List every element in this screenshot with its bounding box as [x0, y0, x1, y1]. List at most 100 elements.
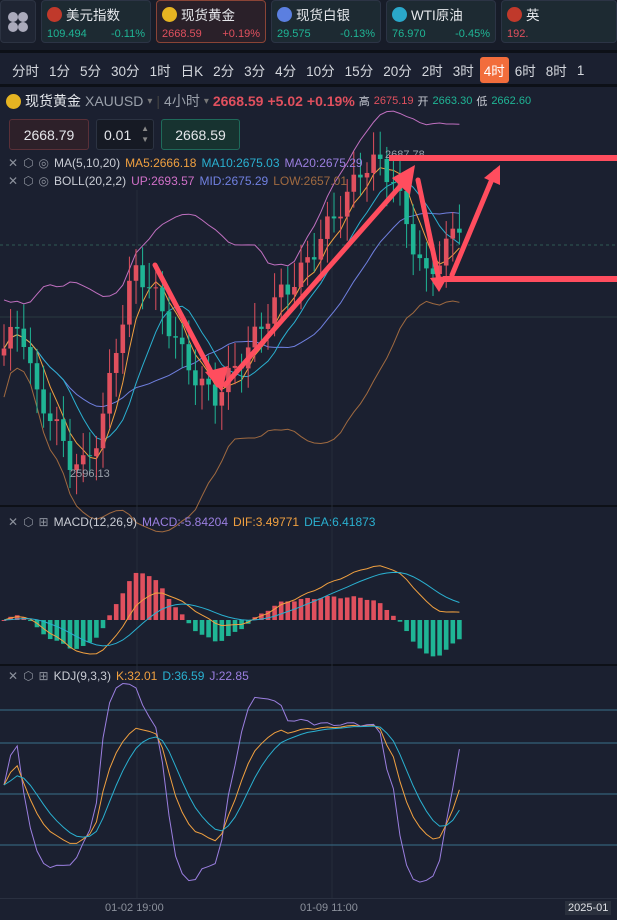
candle-body	[443, 238, 449, 266]
ticker-card[interactable]: 现货白银 29.575 -0.13%	[271, 0, 381, 43]
timeframe-tab[interactable]: 10分	[302, 57, 339, 83]
quantity-stepper[interactable]: 0.01 ▲ ▼	[96, 119, 154, 150]
macd-histogram-bar	[1, 620, 7, 621]
timeframe-tab[interactable]: 2分	[209, 57, 238, 83]
pane-divider	[0, 664, 617, 666]
close-icon[interactable]: ✕	[8, 515, 18, 529]
quantity-value[interactable]: 0.01	[104, 127, 131, 143]
ticker-card[interactable]: 美元指数 109.494 -0.11%	[41, 0, 151, 43]
boll-up-value: UP:2693.57	[131, 174, 195, 188]
timeframe-tab[interactable]: 5分	[76, 57, 105, 83]
chevron-down-icon: ▾	[203, 95, 209, 107]
expand-icon[interactable]: ⊞	[39, 515, 49, 529]
timeframe-tab[interactable]: 4分	[271, 57, 300, 83]
candle-body	[179, 337, 185, 345]
ma-name: MA(5,10,20)	[54, 156, 121, 170]
low-label: 低	[476, 96, 488, 108]
candle-body	[285, 284, 291, 295]
macd-histogram-bar	[100, 620, 106, 629]
ma20-value: MA20:2675.29	[284, 156, 363, 170]
candle-body	[173, 336, 178, 338]
ticker-change: +0.19%	[222, 28, 260, 40]
apps-menu-button[interactable]	[0, 0, 36, 43]
stepper-arrows-icon[interactable]: ▲ ▼	[141, 123, 149, 145]
candle-body	[54, 419, 60, 422]
timeframe-tab[interactable]: 日K	[177, 57, 208, 83]
close-icon[interactable]: ✕	[8, 174, 18, 188]
symbol-code[interactable]: XAUUSD	[85, 93, 143, 109]
candle-body	[391, 182, 396, 184]
high-value: 2675.19	[373, 95, 414, 107]
timeframe-tab[interactable]: 3时	[449, 57, 478, 83]
timeframe-tab[interactable]: 2时	[418, 57, 447, 83]
candle-body	[311, 257, 317, 260]
close-icon[interactable]: ✕	[8, 669, 18, 683]
candle-body	[344, 191, 350, 217]
timeframe-tab[interactable]: 8时	[542, 57, 571, 83]
sell-button[interactable]: 2668.79	[9, 119, 89, 150]
candle-body	[166, 311, 172, 337]
candle-body	[61, 419, 66, 441]
close-icon[interactable]: ✕	[8, 156, 18, 170]
timeframe-tab[interactable]: 30分	[107, 57, 144, 83]
symbol-header: 现货黄金 XAUUSD ▾ | 4小时 ▾ 2668.59 +5.02 +0.1…	[6, 91, 617, 111]
macd-histogram-bar	[305, 597, 310, 620]
price-change-pct: +0.19%	[306, 93, 355, 109]
macd-histogram-bar	[113, 604, 119, 620]
timeframe-tab[interactable]: 1分	[45, 57, 74, 83]
macd-histogram-bar	[146, 576, 152, 620]
ticker-change: -0.11%	[110, 28, 145, 40]
macd-histogram-bar	[344, 597, 350, 620]
timeframe-tab[interactable]: 20分	[379, 57, 416, 83]
macd-histogram-bar	[391, 615, 396, 620]
settings-icon[interactable]: ⬡	[23, 174, 33, 188]
ticker-name: WTI原油	[411, 8, 463, 23]
timeframe-tab[interactable]: 15分	[341, 57, 378, 83]
candle-body	[272, 297, 277, 324]
settings-icon[interactable]: ⬡	[23, 515, 33, 529]
candle-body	[140, 265, 145, 288]
macd-histogram-bar	[80, 620, 86, 646]
order-panel: 2668.79 0.01 ▲ ▼ 2668.59	[9, 119, 240, 150]
timeframe-tab[interactable]: 1时	[146, 57, 175, 83]
ticker-card[interactable]: 现货黄金 2668.59 +0.19%	[156, 0, 266, 43]
period-select[interactable]: 4小时	[164, 91, 200, 111]
candle-body	[364, 172, 370, 178]
ticker-bar: 美元指数 109.494 -0.11% 现货黄金 2668.59 +0.19% 现货白银 29…	[0, 0, 617, 50]
timeframe-tab[interactable]: 4时	[479, 57, 509, 83]
buy-button[interactable]: 2668.59	[161, 119, 240, 150]
macd-histogram-bar	[133, 572, 139, 620]
candle-body	[160, 287, 165, 312]
expand-icon[interactable]: ⊞	[39, 669, 49, 683]
boll-legend: ✕ ⬡ ◎ BOLL(20,2,2) UP:2693.57 MID:2675.29 LOW:…	[8, 174, 347, 188]
eye-icon[interactable]: ◎	[39, 156, 49, 170]
macd-histogram-bar	[74, 620, 79, 649]
timeframe-tab[interactable]: 1	[573, 60, 589, 81]
ticker-card[interactable]: 英 192.	[501, 0, 617, 43]
macd-histogram-bar	[94, 620, 99, 638]
low-value: 2662.60	[491, 95, 532, 107]
chevron-down-icon[interactable]: ▾	[147, 96, 152, 107]
candle-body	[1, 348, 7, 356]
symbol-name[interactable]: 现货黄金	[25, 91, 81, 111]
macd-histogram-bar	[239, 620, 244, 630]
macd-histogram-bar	[457, 620, 462, 640]
ticker-name: 英	[526, 8, 540, 23]
ticker-price: 2668.59	[162, 28, 202, 40]
settings-icon[interactable]: ⬡	[23, 669, 33, 683]
ticker-card[interactable]: WTI原油 76.970 -0.45%	[386, 0, 496, 43]
dif-value: DIF:3.49771	[233, 515, 300, 529]
candle-body	[47, 413, 53, 422]
macd-histogram-bar	[232, 620, 238, 632]
settings-icon[interactable]: ⬡	[23, 156, 33, 170]
timeframe-tab[interactable]: 分时	[8, 57, 43, 83]
eye-icon[interactable]: ◎	[39, 174, 49, 188]
dif-line	[3, 565, 460, 655]
candle-body	[120, 324, 126, 354]
ticker-price: 29.575	[277, 28, 311, 40]
timeframe-tab[interactable]: 3分	[240, 57, 269, 83]
timeframe-tab[interactable]: 6时	[511, 57, 540, 83]
candle-body	[133, 265, 139, 281]
candle-body	[278, 284, 284, 298]
macd-histogram-bar	[364, 599, 370, 620]
